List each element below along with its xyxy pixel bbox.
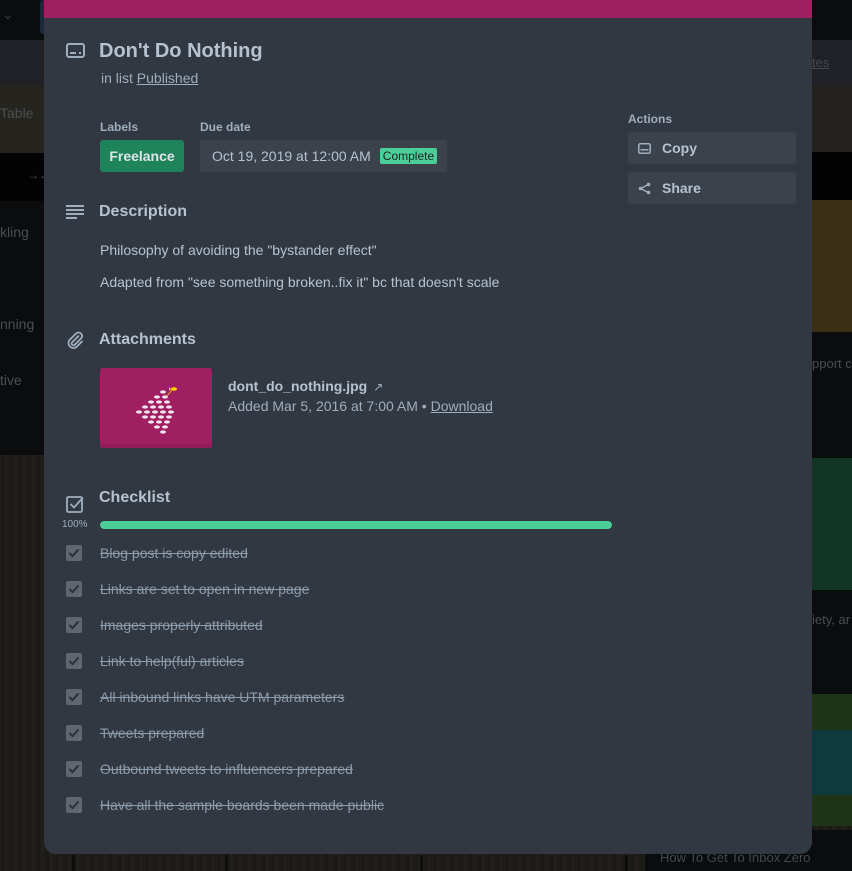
share-icon	[638, 181, 652, 195]
checkmark-icon	[68, 764, 80, 774]
copy-label: Copy	[662, 140, 697, 156]
bg-card-left-2	[0, 201, 44, 297]
bg-plank-line	[225, 855, 228, 871]
description-heading: Description	[99, 203, 188, 220]
list-name-link[interactable]: Published	[137, 70, 199, 86]
bg-text-fragment: iety, ar	[812, 612, 851, 627]
card-icon	[66, 43, 85, 58]
checklist-checkbox[interactable]	[66, 797, 82, 813]
checklist-item[interactable]: Link to help(ful) articles	[66, 649, 606, 673]
attachment-file-name[interactable]: dont_do_nothing.jpg ↗	[228, 378, 383, 394]
checklist-checkbox[interactable]	[66, 689, 82, 705]
checkmark-icon	[68, 620, 80, 630]
checklist-checkbox[interactable]	[66, 617, 82, 633]
checklist-item[interactable]: Links are set to open in new page	[66, 577, 606, 601]
checklist-item-text: Images properly attributed	[100, 617, 263, 633]
bg-text-fragment: kling	[0, 224, 29, 240]
checklist-item-text: Tweets prepared	[100, 725, 205, 741]
in-list-prefix: in list	[101, 70, 133, 86]
checkmark-icon	[68, 800, 80, 810]
checklist-item-text: Links are set to open in new page	[100, 581, 310, 597]
bg-board-preview	[812, 730, 852, 795]
bg-plank-line	[72, 855, 75, 871]
checklist-item-text: Blog post is copy edited	[100, 545, 248, 561]
description-paragraph: Adapted from "see something broken..fix …	[100, 274, 500, 290]
external-link-icon[interactable]: ↗	[373, 380, 383, 394]
checkmark-icon	[68, 584, 80, 594]
checklist-item[interactable]: All inbound links have UTM parameters	[66, 685, 606, 709]
bg-text-fragment: nning	[0, 316, 35, 332]
checkmark-icon	[68, 656, 80, 666]
attachment-added-date: Added Mar 5, 2016 at 7:00 AM	[228, 398, 418, 414]
bg-link-fragment: tes	[812, 55, 830, 70]
checklist-item-text: Have all the sample boards been made pub…	[100, 797, 385, 813]
checklist-item[interactable]: Have all the sample boards been made pub…	[66, 793, 606, 817]
checklist-item-text: All inbound links have UTM parameters	[100, 689, 345, 705]
attachment-thumbnail[interactable]	[100, 368, 212, 448]
chevron-down-icon: ⌄	[2, 6, 14, 22]
bg-text-fragment: tive	[0, 372, 22, 388]
bg-card-right-2	[812, 332, 852, 458]
bg-plank-line	[420, 855, 423, 871]
bg-plank-line	[625, 855, 628, 871]
checklist-progress-bar	[100, 521, 612, 529]
card-icon	[638, 141, 652, 155]
bg-card-right-1	[812, 85, 852, 152]
bg-text-fragment: pport c	[812, 356, 852, 371]
actions-heading: Actions	[628, 112, 673, 126]
bg-text-fragment: Table	[0, 105, 34, 121]
due-date-value: Oct 19, 2019 at 12:00 AM	[212, 148, 371, 164]
paperclip-icon	[66, 331, 84, 354]
checklist-item[interactable]: Outbound tweets to influencers prepared	[66, 757, 606, 781]
checklist-item[interactable]: Tweets prepared	[66, 721, 606, 745]
share-button[interactable]: Share	[628, 172, 796, 204]
due-date-heading: Due date	[200, 120, 251, 134]
checklist-item-text: Outbound tweets to influencers prepared	[100, 761, 353, 777]
checkmark-icon	[68, 728, 80, 738]
checklist-checkbox[interactable]	[66, 653, 82, 669]
label-freelance[interactable]: Freelance	[100, 140, 184, 172]
card-list-info: in list Published	[101, 70, 198, 86]
attachment-meta: Added Mar 5, 2016 at 7:00 AM • Download	[228, 398, 493, 414]
bg-card-left-4	[0, 349, 44, 444]
bg-card-right-cover-3	[812, 458, 852, 590]
meta-separator: •	[421, 398, 427, 414]
checklist-item[interactable]: Blog post is copy edited	[66, 541, 606, 565]
checklist-progress-fill	[100, 521, 612, 529]
card-title[interactable]: Don't Do Nothing	[99, 40, 263, 63]
checklist-item[interactable]: Images properly attributed	[66, 613, 606, 637]
attachments-heading: Attachments	[99, 331, 196, 348]
checkmark-icon	[68, 548, 80, 558]
checklist-checkbox[interactable]	[66, 761, 82, 777]
checklist-icon	[66, 495, 84, 518]
attachment-file-name-text: dont_do_nothing.jpg	[228, 378, 368, 394]
copy-button[interactable]: Copy	[628, 132, 796, 164]
card-cover[interactable]	[44, 0, 812, 18]
download-link[interactable]: Download	[431, 398, 493, 414]
due-status-badge: Complete	[379, 148, 438, 164]
description-paragraph: Philosophy of avoiding the "bystander ef…	[100, 242, 377, 258]
checklist-checkbox[interactable]	[66, 581, 82, 597]
checklist-item-text: Link to help(ful) articles	[100, 653, 244, 669]
share-label: Share	[662, 180, 701, 196]
fish-school-image	[100, 387, 212, 448]
description-icon	[66, 205, 84, 224]
checklist-progress-percent: 100%	[62, 519, 88, 530]
bg-card-right-3	[812, 590, 852, 694]
bg-card-right-cover-2	[812, 200, 852, 332]
bg-gap	[812, 152, 852, 200]
checklist-checkbox[interactable]	[66, 725, 82, 741]
card-detail-modal: Don't Do Nothing in list Published Label…	[44, 0, 812, 854]
checklist-heading: Checklist	[99, 489, 171, 506]
checklist-checkbox[interactable]	[66, 545, 82, 561]
checkmark-icon	[68, 692, 80, 702]
due-date-button[interactable]: Oct 19, 2019 at 12:00 AM Complete	[200, 140, 447, 172]
labels-heading: Labels	[100, 120, 139, 134]
